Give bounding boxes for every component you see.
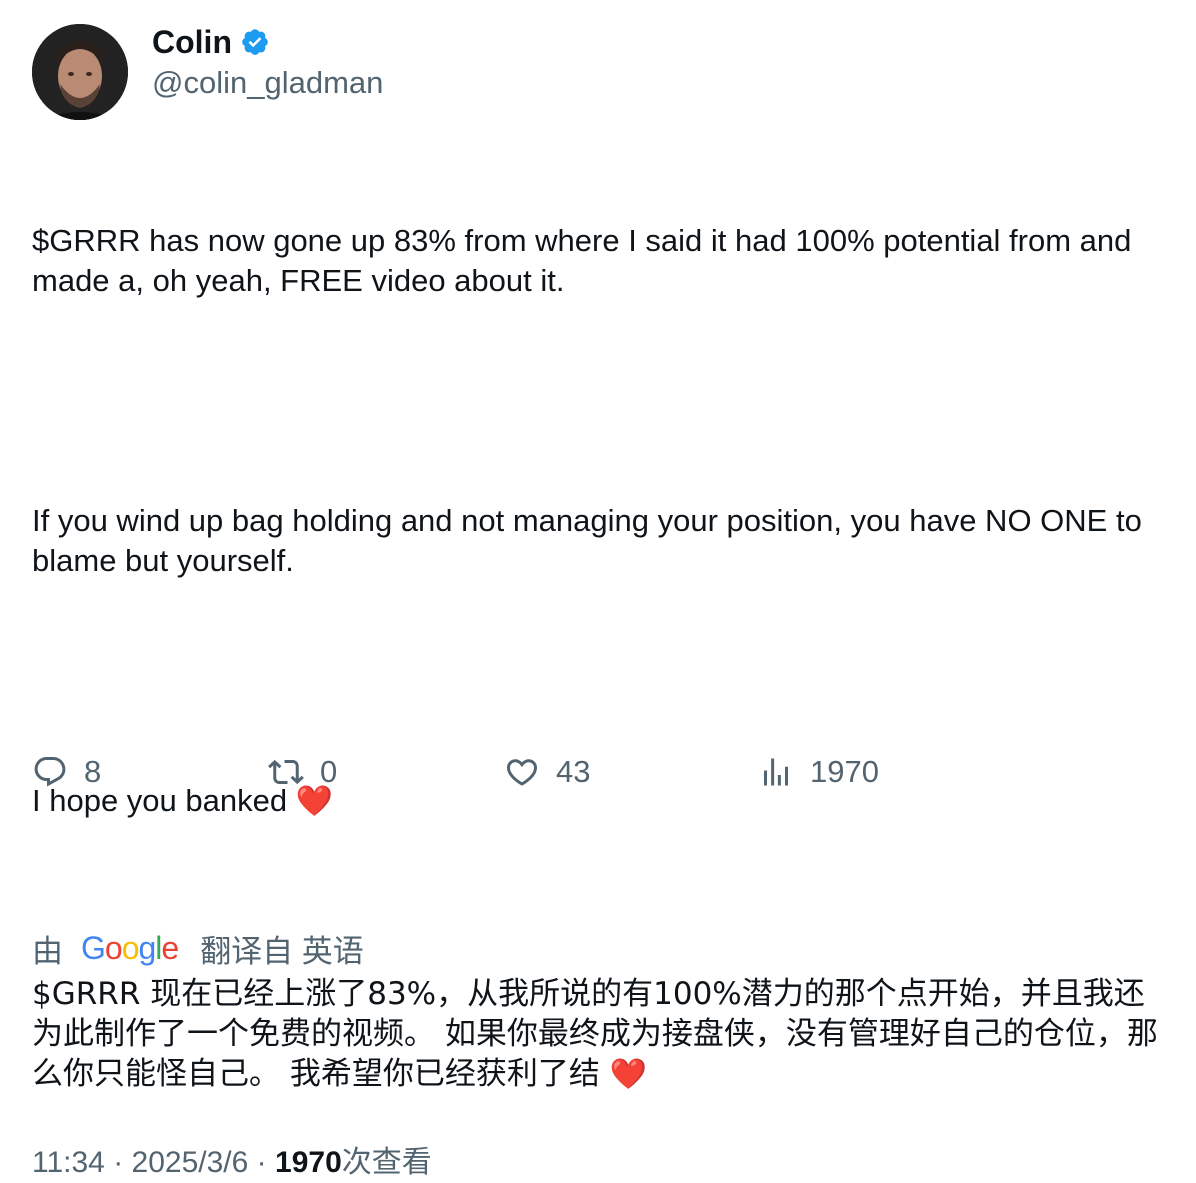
- name-row: Colin: [152, 24, 383, 60]
- views-count: 1970: [275, 1146, 342, 1179]
- translation-prefix: 由: [32, 933, 63, 969]
- tweet-header: Colin @colin_gladman: [32, 24, 1172, 120]
- like-count: 43: [556, 754, 591, 789]
- retweet-button[interactable]: 0: [268, 748, 337, 796]
- tweet-date[interactable]: 2025/3/6: [132, 1146, 249, 1179]
- tweet-time[interactable]: 11:34: [32, 1146, 105, 1179]
- views-action-count: 1970: [810, 754, 879, 789]
- handle[interactable]: @colin_gladman: [152, 63, 383, 103]
- retweet-count: 0: [320, 754, 338, 789]
- heart-icon: [506, 759, 538, 786]
- author-names: Colin @colin_gladman: [152, 24, 383, 103]
- avatar[interactable]: [32, 24, 128, 120]
- meta-separator-1: ·: [113, 1146, 124, 1179]
- avatar-image: [32, 24, 128, 120]
- tweet-card: Colin @colin_gladman $GRRR has now gone …: [32, 24, 1172, 1183]
- reply-icon: [34, 757, 66, 787]
- meta-separator-2: ·: [256, 1146, 267, 1179]
- tweet-meta: 11:34 · 2025/3/6 · 1970次查看: [32, 1143, 1172, 1183]
- google-logo-icon: Google: [81, 930, 179, 966]
- tweet-paragraph-1: $GRRR has now gone up 83% from where I s…: [32, 223, 1141, 298]
- analytics-icon: [764, 758, 788, 786]
- tweet-actions: 8 0 43 1970: [32, 748, 1172, 796]
- views-label: 次查看: [341, 1146, 432, 1179]
- reply-button[interactable]: 8: [32, 748, 101, 796]
- display-name[interactable]: Colin: [152, 24, 232, 60]
- translated-heart-emoji-icon: ❤️: [609, 1057, 648, 1092]
- translated-text-body: $GRRR 现在已经上涨了83%，从我所说的有100%潜力的那个点开始，并且我还…: [32, 976, 1158, 1092]
- like-button[interactable]: 43: [504, 748, 590, 796]
- translated-text: $GRRR 现在已经上涨了83%，从我所说的有100%潜力的那个点开始，并且我还…: [32, 974, 1172, 1095]
- verified-badge-icon[interactable]: [240, 27, 270, 57]
- views-button[interactable]: 1970: [758, 748, 879, 796]
- retweet-icon: [268, 759, 304, 785]
- reply-count: 8: [84, 754, 102, 789]
- translation-suffix: 翻译自 英语: [200, 933, 364, 969]
- translation-attribution[interactable]: 由 Google 翻译自 英语: [32, 928, 1172, 969]
- tweet-paragraph-2: If you wind up bag holding and not manag…: [32, 503, 1151, 578]
